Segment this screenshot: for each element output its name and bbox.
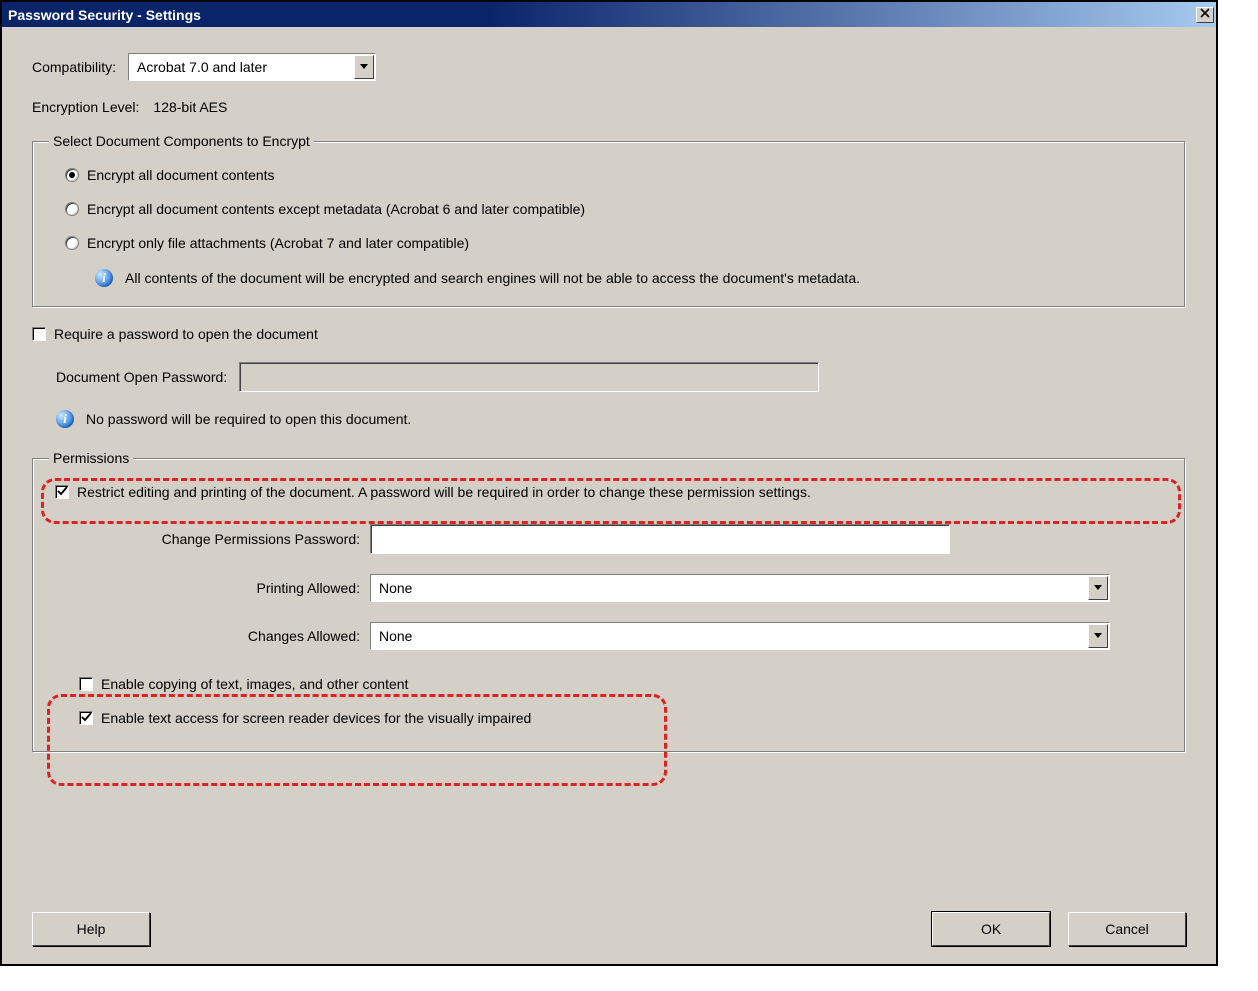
dialog-title: Password Security - Settings (8, 7, 201, 23)
checkbox-icon (79, 711, 93, 725)
radio-encrypt-attachments[interactable]: Encrypt only file attachments (Acrobat 7… (65, 235, 1163, 251)
permissions-group: Permissions Restrict editing and printin… (32, 450, 1186, 753)
help-button[interactable]: Help (32, 912, 150, 946)
radio-encrypt-all[interactable]: Encrypt all document contents (65, 167, 1163, 183)
radio-icon (65, 202, 79, 216)
compatibility-value: Acrobat 7.0 and later (129, 59, 353, 75)
changes-allowed-select[interactable]: None (370, 622, 1110, 650)
document-open-password-input (239, 362, 819, 392)
titlebar: Password Security - Settings (2, 2, 1216, 27)
password-security-dialog: Password Security - Settings Compatibili… (0, 0, 1218, 966)
radio-label: Encrypt all document contents except met… (87, 201, 585, 217)
checkbox-label: Restrict editing and printing of the doc… (77, 484, 811, 500)
chevron-down-icon (354, 55, 374, 79)
change-permissions-password-input[interactable] (370, 524, 950, 554)
encrypt-info-text: All contents of the document will be enc… (125, 270, 860, 286)
radio-icon (65, 168, 79, 182)
enable-copy-checkbox[interactable]: Enable copying of text, images, and othe… (79, 676, 1163, 692)
radio-encrypt-except-metadata[interactable]: Encrypt all document contents except met… (65, 201, 1163, 217)
chevron-down-icon (1088, 624, 1108, 648)
printing-allowed-value: None (371, 580, 1087, 596)
checkbox-label: Require a password to open the document (54, 326, 318, 342)
printing-allowed-select[interactable]: None (370, 574, 1110, 602)
chevron-down-icon (1088, 576, 1108, 600)
radio-label: Encrypt all document contents (87, 167, 275, 183)
checkbox-icon (55, 485, 69, 499)
radio-label: Encrypt only file attachments (Acrobat 7… (87, 235, 469, 251)
encryption-value: 128-bit AES (153, 99, 227, 115)
printing-allowed-label: Printing Allowed: (55, 580, 370, 596)
checkbox-label: Enable text access for screen reader dev… (101, 710, 531, 726)
change-permissions-password-label: Change Permissions Password: (55, 531, 370, 547)
open-password-info: No password will be required to open thi… (86, 411, 411, 427)
permissions-legend: Permissions (49, 450, 133, 466)
require-open-password-checkbox[interactable]: Require a password to open the document (32, 326, 1186, 342)
document-open-password-label: Document Open Password: (56, 369, 227, 385)
changes-allowed-label: Changes Allowed: (55, 628, 370, 644)
checkbox-label: Enable copying of text, images, and othe… (101, 676, 408, 692)
close-button[interactable] (1196, 7, 1214, 23)
encrypt-legend: Select Document Components to Encrypt (49, 133, 314, 149)
compatibility-select[interactable]: Acrobat 7.0 and later (128, 53, 376, 81)
cancel-button[interactable]: Cancel (1068, 912, 1186, 946)
checkbox-icon (32, 327, 46, 341)
ok-button[interactable]: OK (932, 912, 1050, 946)
highlight-annotation (47, 694, 667, 786)
checkbox-icon (79, 677, 93, 691)
restrict-editing-checkbox[interactable]: Restrict editing and printing of the doc… (55, 484, 1163, 500)
info-icon (56, 410, 74, 428)
compatibility-label: Compatibility: (32, 59, 116, 75)
encryption-label: Encryption Level: (32, 99, 139, 115)
encrypt-components-group: Select Document Components to Encrypt En… (32, 133, 1186, 308)
enable-screen-reader-checkbox[interactable]: Enable text access for screen reader dev… (79, 710, 1163, 726)
radio-icon (65, 236, 79, 250)
info-icon (95, 269, 113, 287)
changes-allowed-value: None (371, 628, 1087, 644)
